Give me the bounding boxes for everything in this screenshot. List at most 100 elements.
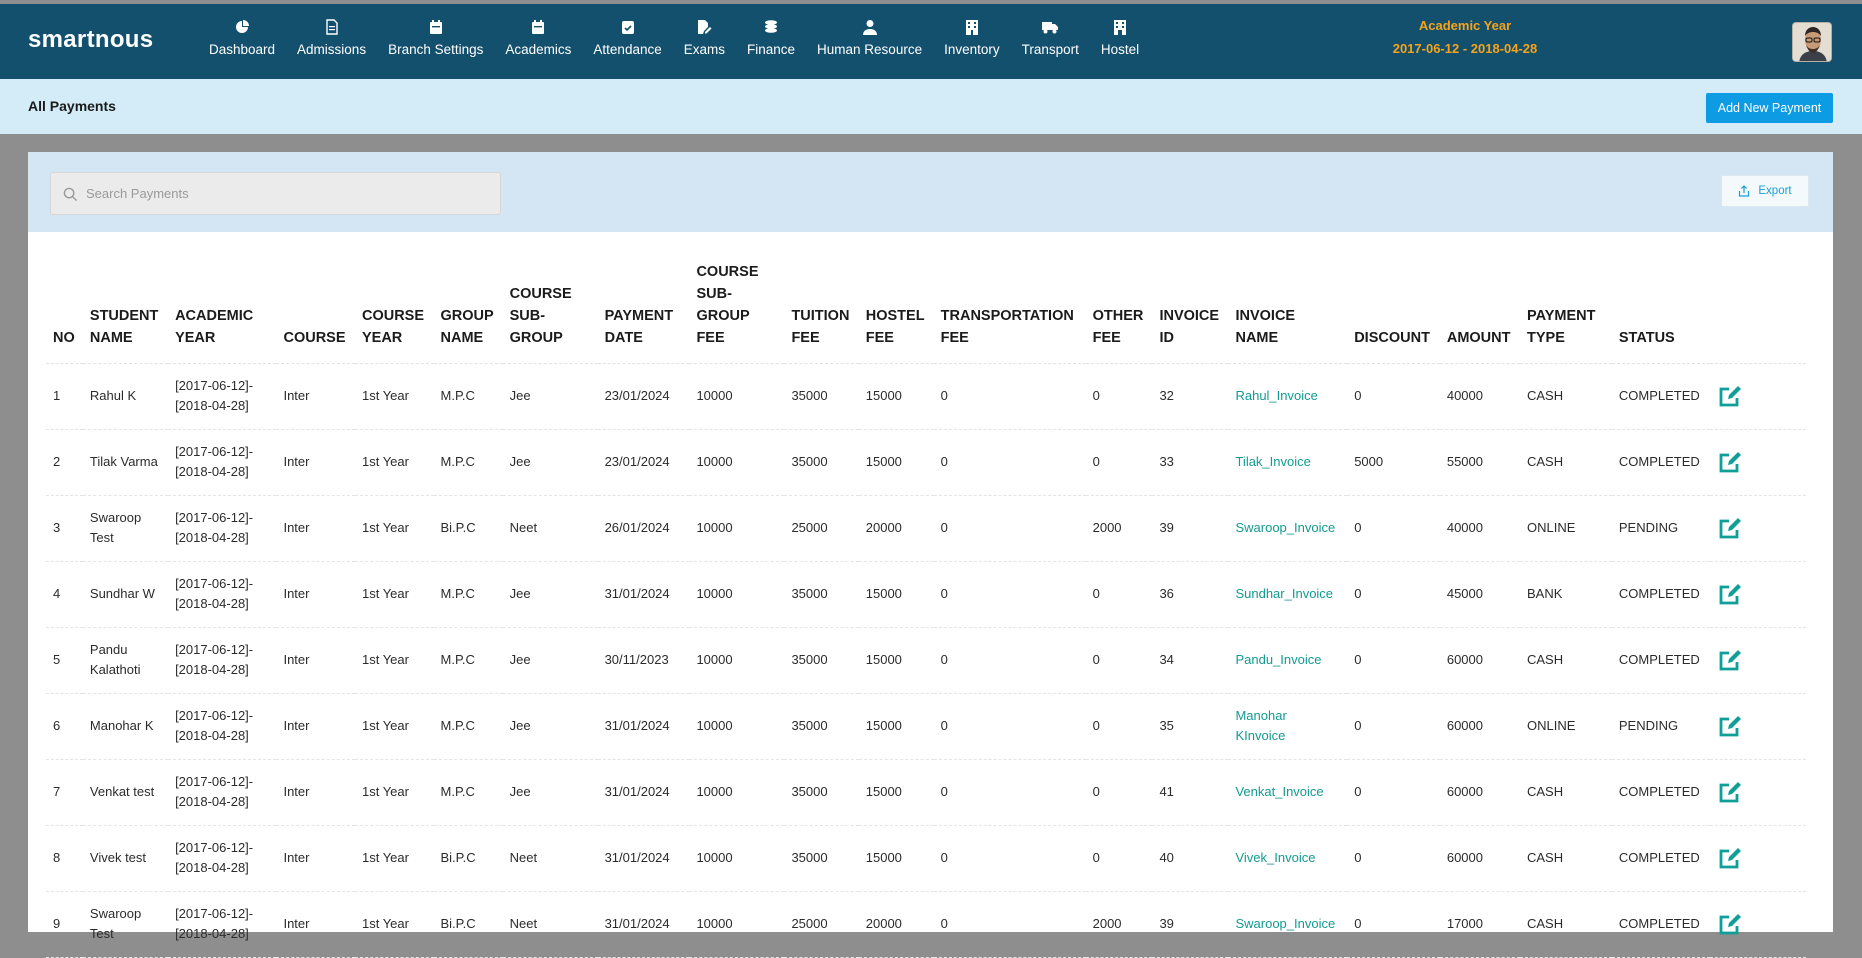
academic-year-cell: [2017-06-12]-[2018-04-28]: [168, 693, 277, 760]
course-cell: Inter: [276, 363, 355, 430]
status-cell: COMPLETED: [1611, 759, 1710, 826]
building-icon: [965, 20, 978, 35]
avatar[interactable]: [1792, 22, 1832, 62]
invoice-name-link[interactable]: Vivek_Invoice: [1228, 825, 1348, 892]
column-header[interactable]: COURSE SUB-GROUP FEE: [689, 249, 785, 364]
academic-year-cell: [2017-06-12]-[2018-04-28]: [168, 825, 277, 892]
edit-icon[interactable]: [1717, 779, 1743, 805]
edit-icon[interactable]: [1717, 581, 1743, 607]
nav-dashboard[interactable]: Dashboard: [198, 19, 286, 57]
payments-card: Export NOSTUDENT NAMEACADEMIC YEARCOURSE…: [28, 152, 1833, 958]
invoice-id-cell: 41: [1152, 759, 1229, 826]
hostel-fee-cell: 15000: [858, 759, 934, 826]
column-header[interactable]: INVOICE ID: [1152, 249, 1229, 364]
brand-logo[interactable]: smartnous: [28, 26, 153, 54]
discount-cell: 0: [1347, 627, 1440, 694]
payment-date-cell: 31/01/2024: [597, 759, 690, 826]
payment-date-cell: 31/01/2024: [597, 561, 690, 628]
academic-year-value: 2017-06-12 - 2018-04-28: [1392, 41, 1538, 56]
invoice-name-link[interactable]: Rahul_Invoice: [1228, 363, 1348, 430]
table-row: 1 Rahul K [2017-06-12]-[2018-04-28] Inter 1s…: [46, 363, 1806, 430]
nav-admissions[interactable]: Admissions: [286, 19, 377, 57]
add-new-payment-button[interactable]: Add New Payment: [1706, 93, 1833, 123]
column-header[interactable]: STATUS: [1611, 249, 1710, 364]
course-subgroup-cell: Jee: [502, 561, 598, 628]
payment-date-cell: 26/01/2024: [597, 495, 690, 562]
group-name-cell: Bi.P.C: [433, 495, 503, 562]
group-name-cell: M.P.C: [433, 627, 503, 694]
invoice-name-link[interactable]: Swaroop_Invoice: [1228, 495, 1348, 562]
payment-type-cell: ONLINE: [1520, 693, 1612, 760]
edit-icon[interactable]: [1717, 383, 1743, 409]
nav-attendance[interactable]: Attendance: [582, 19, 672, 57]
invoice-name-link[interactable]: Manohar KInvoice: [1228, 693, 1348, 760]
course-year-cell: 1st Year: [354, 561, 434, 628]
invoice-name-link[interactable]: Swaroop_Invoice: [1228, 891, 1348, 958]
column-header[interactable]: AMOUNT: [1439, 249, 1520, 364]
column-header[interactable]: HOSTEL FEE: [858, 249, 934, 364]
nav-transport[interactable]: Transport: [1011, 19, 1090, 57]
nav-exams[interactable]: Exams: [673, 19, 736, 57]
hostel-fee-cell: 15000: [858, 561, 934, 628]
column-header[interactable]: PAYMENT TYPE: [1520, 249, 1612, 364]
nav-label: Admissions: [297, 42, 367, 57]
nav-inventory[interactable]: Inventory: [933, 19, 1011, 57]
column-header[interactable]: ACADEMIC YEAR: [168, 249, 277, 364]
column-header[interactable]: [1709, 249, 1806, 364]
edit-icon[interactable]: [1717, 449, 1743, 475]
column-header[interactable]: INVOICE NAME: [1228, 249, 1348, 364]
edit-icon[interactable]: [1717, 911, 1743, 937]
course-subgroup-cell: Jee: [502, 429, 598, 496]
edit-icon[interactable]: [1717, 515, 1743, 541]
actions-cell: [1709, 429, 1806, 496]
nav-finance[interactable]: Finance: [736, 19, 806, 57]
course-subgroup-cell: Jee: [502, 759, 598, 826]
column-header[interactable]: GROUP NAME: [433, 249, 503, 364]
nav-academics[interactable]: Academics: [494, 19, 582, 57]
invoice-id-cell: 32: [1152, 363, 1229, 430]
column-header[interactable]: STUDENT NAME: [82, 249, 169, 364]
table-row: 7 Venkat test [2017-06-12]-[2018-04-28] Int…: [46, 759, 1806, 826]
actions-cell: [1709, 693, 1806, 760]
card-toolbar: Export: [28, 152, 1833, 232]
row-number-cell: 2: [46, 429, 83, 496]
invoice-name-link[interactable]: Sundhar_Invoice: [1228, 561, 1348, 628]
column-header[interactable]: OTHER FEE: [1085, 249, 1153, 364]
column-header[interactable]: DISCOUNT: [1347, 249, 1440, 364]
invoice-name-link[interactable]: Tilak_Invoice: [1228, 429, 1348, 496]
edit-icon[interactable]: [1717, 647, 1743, 673]
hostel-icon: [1114, 20, 1127, 35]
status-cell: PENDING: [1611, 693, 1710, 760]
nav-hostel[interactable]: Hostel: [1090, 19, 1150, 57]
export-button[interactable]: Export: [1721, 175, 1809, 207]
course-cell: Inter: [276, 825, 355, 892]
academic-year-cell: [2017-06-12]-[2018-04-28]: [168, 891, 277, 958]
course-year-cell: 1st Year: [354, 627, 434, 694]
edit-icon[interactable]: [1717, 713, 1743, 739]
column-header[interactable]: PAYMENT DATE: [597, 249, 690, 364]
invoice-name-link[interactable]: Pandu_Invoice: [1228, 627, 1348, 694]
nav-label: Hostel: [1100, 42, 1140, 57]
column-header[interactable]: NO: [46, 249, 83, 364]
column-header[interactable]: COURSE: [276, 249, 355, 364]
hostel-fee-cell: 15000: [858, 825, 934, 892]
nav-branch-settings[interactable]: Branch Settings: [377, 19, 494, 57]
amount-cell: 60000: [1439, 693, 1520, 760]
payment-type-cell: CASH: [1520, 627, 1612, 694]
amount-cell: 60000: [1439, 759, 1520, 826]
column-header[interactable]: COURSE SUB-GROUP: [502, 249, 598, 364]
column-header[interactable]: TUITION FEE: [784, 249, 859, 364]
search-input[interactable]: [86, 173, 491, 214]
discount-cell: 0: [1347, 495, 1440, 562]
invoice-id-cell: 33: [1152, 429, 1229, 496]
column-header[interactable]: TRANSPORTATION FEE: [933, 249, 1086, 364]
invoice-name-link[interactable]: Venkat_Invoice: [1228, 759, 1348, 826]
edit-icon[interactable]: [1717, 845, 1743, 871]
clipboard-check-icon: [621, 21, 634, 34]
nav-human-resource[interactable]: Human Resource: [806, 19, 933, 57]
payments-table: NO STUDENT NAME ACADEMIC YEAR COURSE COURSE …: [46, 249, 1806, 958]
group-name-cell: M.P.C: [433, 759, 503, 826]
tuition-fee-cell: 25000: [784, 495, 859, 562]
calendar-icon: [429, 20, 442, 34]
column-header[interactable]: COURSE YEAR: [354, 249, 434, 364]
